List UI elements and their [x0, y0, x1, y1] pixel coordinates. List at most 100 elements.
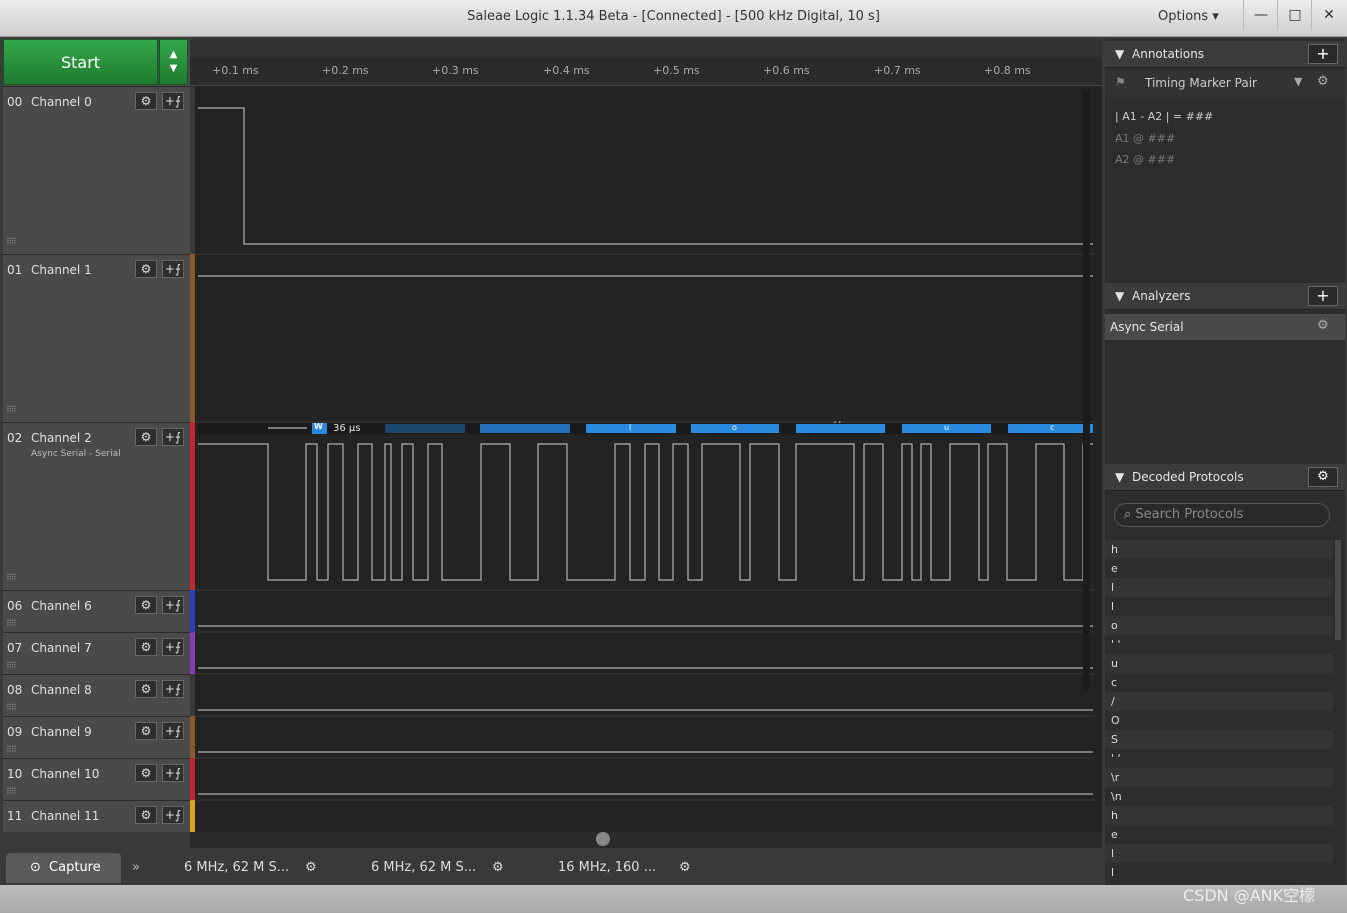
- gear-icon[interactable]: ⚙: [492, 855, 504, 881]
- decoded-row[interactable]: \r: [1105, 768, 1333, 787]
- gear-icon[interactable]: ⚙: [135, 638, 157, 656]
- ruler-tick-label: +0.6 ms: [763, 64, 810, 77]
- gear-icon[interactable]: ⚙: [135, 722, 157, 740]
- decoded-row[interactable]: o: [1105, 616, 1333, 635]
- analyzers-header[interactable]: ▼ Analyzers +: [1105, 283, 1345, 310]
- decoded-row[interactable]: l: [1105, 863, 1333, 877]
- channel-name[interactable]: Channel 10: [31, 767, 99, 781]
- session-tab[interactable]: 16 MHz, 160 ...: [558, 855, 656, 881]
- analyzers-title: Analyzers: [1132, 289, 1191, 303]
- decoded-row[interactable]: l: [1105, 844, 1333, 863]
- horizontal-scroll-thumb[interactable]: [596, 832, 610, 846]
- channel-row[interactable]: 01 Channel 1 ⚙ +⨍ ⠿⠿: [3, 254, 190, 422]
- trigger-edge-icon[interactable]: +⨍: [162, 680, 184, 698]
- decoded-row[interactable]: c: [1105, 673, 1333, 692]
- decoded-row[interactable]: l: [1105, 597, 1333, 616]
- drag-handle-icon[interactable]: ⠿⠿: [6, 573, 17, 582]
- channel-name[interactable]: Channel 9: [31, 725, 92, 739]
- drag-handle-icon[interactable]: ⠿⠿: [6, 619, 17, 628]
- trigger-edge-icon[interactable]: +⨍: [162, 722, 184, 740]
- annotations-header[interactable]: ▼ Annotations +: [1105, 41, 1345, 68]
- channel-row[interactable]: 11 Channel 11 ⚙ +⨍: [3, 800, 190, 832]
- gear-icon[interactable]: ⚙: [1317, 318, 1329, 333]
- channel-row[interactable]: 08 Channel 8 ⚙ +⨍ ⠿⠿: [3, 674, 190, 716]
- close-button[interactable]: ✕: [1311, 0, 1346, 30]
- gear-icon[interactable]: ⚙: [135, 764, 157, 782]
- decoded-list-scrollbar[interactable]: [1335, 540, 1341, 640]
- decoded-row[interactable]: h: [1105, 540, 1333, 559]
- dropdown-arrow-icon[interactable]: ▼: [1294, 75, 1302, 88]
- start-options-button[interactable]: ▲ ▼: [159, 39, 188, 85]
- channel-name[interactable]: Channel 11: [31, 809, 99, 823]
- drag-handle-icon[interactable]: ⠿⠿: [6, 703, 17, 712]
- decoded-row[interactable]: O: [1105, 711, 1333, 730]
- session-tab[interactable]: 6 MHz, 62 M S...: [184, 855, 289, 881]
- trigger-edge-icon[interactable]: +⨍: [162, 260, 184, 278]
- gear-icon[interactable]: ⚙: [135, 596, 157, 614]
- timing-marker-row[interactable]: ⚑ Timing Marker Pair ▼ ⚙: [1105, 69, 1345, 97]
- drag-handle-icon[interactable]: ⠿⠿: [6, 787, 17, 796]
- maximize-button[interactable]: □: [1277, 0, 1312, 30]
- channel-row[interactable]: 00 Channel 0 ⚙ +⨍ ⠿⠿: [3, 86, 190, 254]
- drag-handle-icon[interactable]: ⠿⠿: [6, 745, 17, 754]
- channel-name[interactable]: Channel 8: [31, 683, 92, 697]
- gear-icon[interactable]: ⚙: [305, 855, 317, 881]
- trigger-edge-icon[interactable]: +⨍: [162, 596, 184, 614]
- channel-0-trace: [198, 107, 1093, 245]
- drag-handle-icon[interactable]: ⠿⠿: [6, 405, 17, 414]
- search-protocols-input[interactable]: ⌕ Search Protocols: [1114, 503, 1330, 527]
- chevron-right-icon[interactable]: »: [132, 855, 140, 881]
- channel-row[interactable]: 06 Channel 6 ⚙ +⨍ ⠿⠿: [3, 590, 190, 632]
- collapse-triangle-icon[interactable]: ▼: [1115, 47, 1124, 61]
- trigger-edge-icon[interactable]: +⨍: [162, 764, 184, 782]
- decoded-row[interactable]: e: [1105, 825, 1333, 844]
- channel-name[interactable]: Channel 1: [31, 263, 92, 277]
- decoded-row[interactable]: ' ': [1105, 749, 1333, 768]
- vertical-scrollbar[interactable]: [1083, 90, 1090, 690]
- session-tab[interactable]: 6 MHz, 62 M S...: [371, 855, 476, 881]
- decoded-row[interactable]: e: [1105, 559, 1333, 578]
- horizontal-scrollbar[interactable]: [190, 832, 1102, 848]
- decoded-row[interactable]: \n: [1105, 787, 1333, 806]
- decoded-protocols-header[interactable]: ▼ Decoded Protocols ⚙: [1105, 464, 1345, 491]
- drag-handle-icon[interactable]: ⠿⠿: [6, 661, 17, 670]
- add-analyzer-button[interactable]: +: [1308, 286, 1338, 306]
- gear-icon[interactable]: ⚙: [135, 680, 157, 698]
- gear-icon[interactable]: ⚙: [135, 428, 157, 446]
- gear-icon[interactable]: ⚙: [1308, 467, 1338, 487]
- channel-number: 10: [7, 767, 23, 781]
- add-annotation-button[interactable]: +: [1308, 44, 1338, 64]
- analyzer-item[interactable]: Async Serial ⚙: [1105, 314, 1345, 340]
- decoded-row[interactable]: u: [1105, 654, 1333, 673]
- decoded-row[interactable]: ' ': [1105, 635, 1333, 654]
- channel-name[interactable]: Channel 0: [31, 95, 92, 109]
- channel-row[interactable]: 10 Channel 10 ⚙ +⨍ ⠿⠿: [3, 758, 190, 800]
- gear-icon[interactable]: ⚙: [679, 855, 691, 881]
- trigger-edge-icon[interactable]: +⨍: [162, 806, 184, 824]
- channel-name[interactable]: Channel 7: [31, 641, 92, 655]
- gear-icon[interactable]: ⚙: [135, 806, 157, 824]
- trigger-edge-icon[interactable]: +⨍: [162, 638, 184, 656]
- channel-row[interactable]: 07 Channel 7 ⚙ +⨍ ⠿⠿: [3, 632, 190, 674]
- gear-icon[interactable]: ⚙: [135, 260, 157, 278]
- collapse-triangle-icon[interactable]: ▼: [1115, 470, 1124, 484]
- collapse-triangle-icon[interactable]: ▼: [1115, 289, 1124, 303]
- channel-name[interactable]: Channel 2: [31, 431, 92, 445]
- ruler-tick-label: +0.7 ms: [874, 64, 921, 77]
- start-button[interactable]: Start: [3, 39, 158, 85]
- channel-name[interactable]: Channel 6: [31, 599, 92, 613]
- decoded-row[interactable]: h: [1105, 806, 1333, 825]
- decoded-row[interactable]: S: [1105, 730, 1333, 749]
- decoded-row[interactable]: l: [1105, 578, 1333, 597]
- trigger-edge-icon[interactable]: +⨍: [162, 428, 184, 446]
- drag-handle-icon[interactable]: ⠿⠿: [6, 237, 17, 246]
- gear-icon[interactable]: ⚙: [135, 92, 157, 110]
- decoded-row[interactable]: /: [1105, 692, 1333, 711]
- trigger-edge-icon[interactable]: +⨍: [162, 92, 184, 110]
- gear-icon[interactable]: ⚙: [1317, 74, 1329, 89]
- channel-row[interactable]: 02 Channel 2 Async Serial - Serial ⚙ +⨍ …: [3, 422, 190, 590]
- capture-tab[interactable]: ⊙ Capture: [6, 853, 121, 883]
- channel-row[interactable]: 09 Channel 9 ⚙ +⨍ ⠿⠿: [3, 716, 190, 758]
- minimize-button[interactable]: —: [1243, 0, 1278, 30]
- options-menu[interactable]: Options ▾: [1158, 9, 1219, 24]
